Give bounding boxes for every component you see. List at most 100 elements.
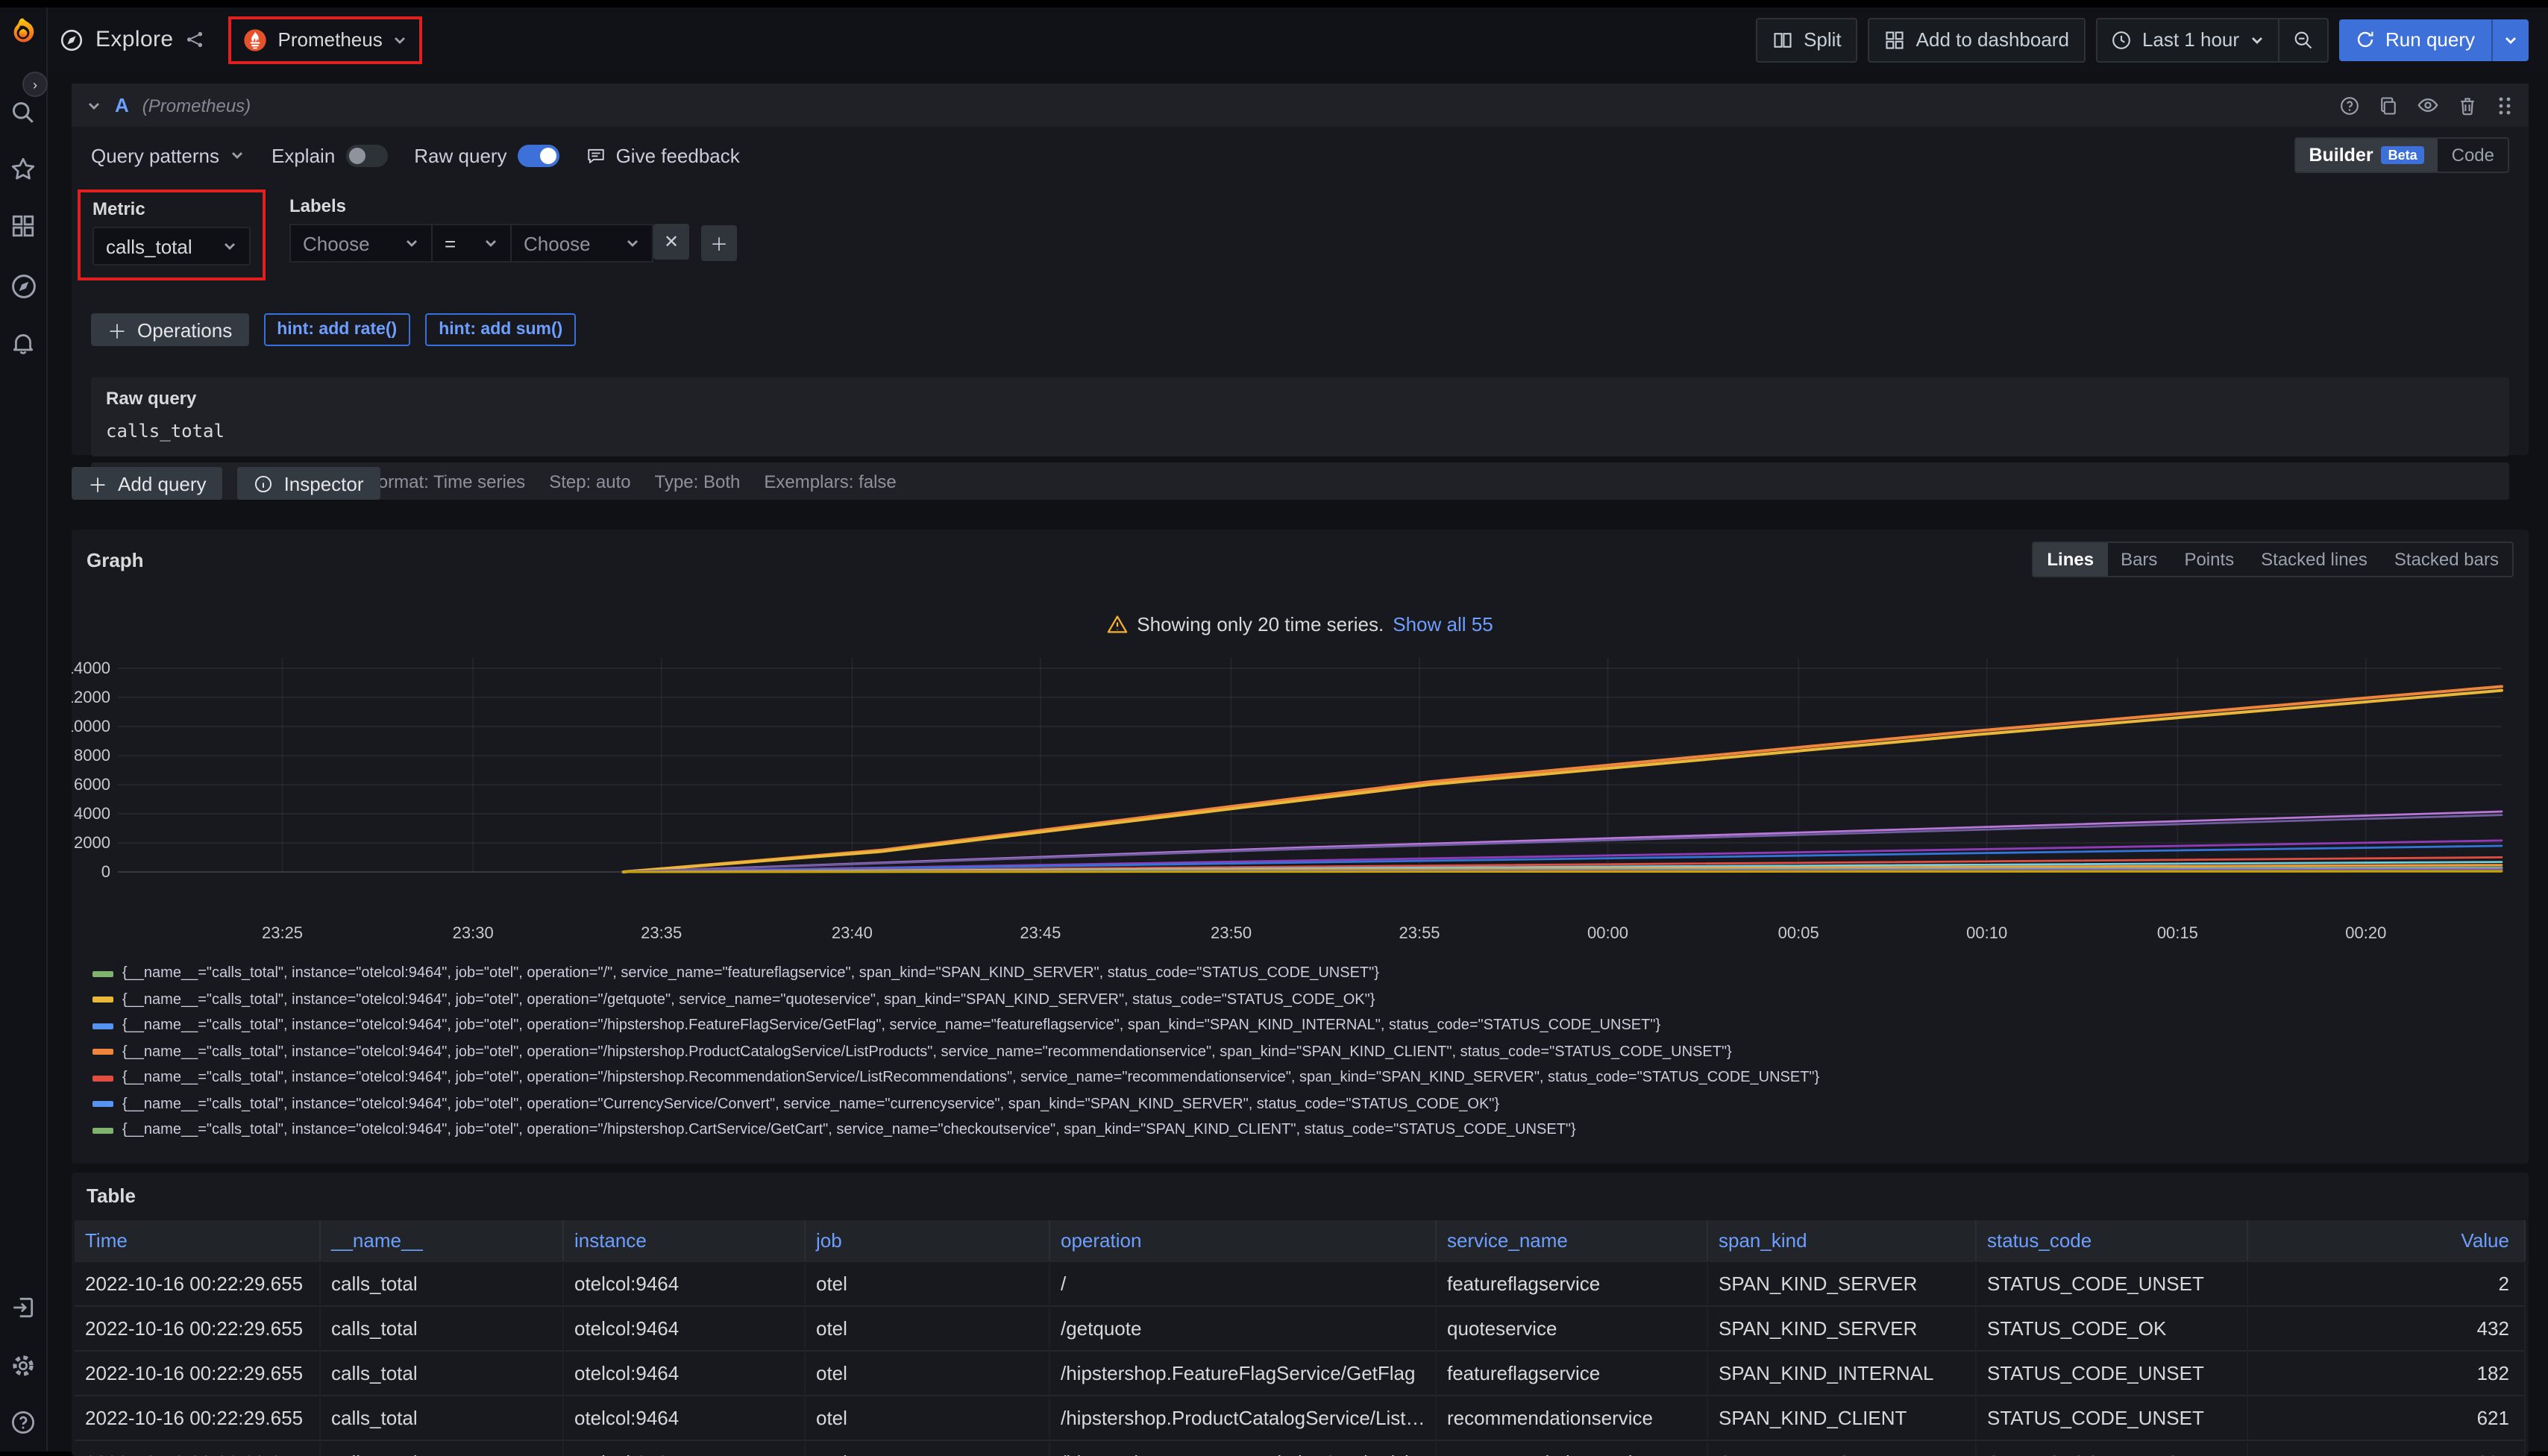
table-row[interactable]: 2022-10-16 00:22:29.655calls_totalotelco…	[75, 1261, 2526, 1305]
x-axis-tick: 00:20	[2345, 923, 2386, 942]
table-cell: STATUS_CODE_UNSET	[1977, 1395, 2248, 1440]
add-query-button[interactable]: ＋ Add query	[72, 467, 223, 500]
chevron-down-icon	[404, 236, 419, 251]
column-header-value[interactable]: Value	[2248, 1220, 2526, 1261]
legend-item[interactable]: {__name__="calls_total", instance="otelc…	[92, 987, 2529, 1013]
graph-mode-points[interactable]: Points	[2171, 543, 2247, 576]
gear-icon[interactable]	[0, 1353, 46, 1378]
split-button[interactable]: Split	[1756, 17, 1858, 62]
datasource-name: Prometheus	[278, 28, 383, 51]
remove-label-filter-button[interactable]: ✕	[653, 224, 689, 260]
option-summary-item: Step: auto	[549, 471, 630, 492]
table-cell: SPAN_KIND_SERVER	[1708, 1261, 1977, 1305]
query-hint-button[interactable]: hint: add sum()	[425, 313, 576, 346]
grafana-logo-icon[interactable]	[7, 16, 39, 48]
time-range-button[interactable]: Last 1 hour	[2097, 19, 2278, 60]
legend-item[interactable]: {__name__="calls_total", instance="otelc…	[92, 1013, 2529, 1039]
graph-mode-stacked-lines[interactable]: Stacked lines	[2247, 543, 2381, 576]
y-axis-tick: 12000	[72, 688, 110, 706]
raw-query-toggle[interactable]: Raw query	[414, 144, 559, 166]
x-axis-tick: 00:10	[1966, 923, 2007, 942]
share-icon[interactable]	[186, 30, 205, 49]
zoom-out-button[interactable]	[2278, 19, 2327, 60]
run-query-button[interactable]: Run query	[2339, 19, 2529, 60]
table-cell: /getquote	[1050, 1305, 1437, 1350]
column-header-time[interactable]: Time	[75, 1220, 321, 1261]
query-patterns-dropdown[interactable]: Query patterns	[91, 144, 245, 166]
sidebar: ›	[0, 7, 48, 1452]
builder-tab[interactable]: Builder Beta	[2295, 139, 2438, 172]
sidebar-expand-button[interactable]: ›	[22, 72, 48, 97]
query-row-header[interactable]: A (Prometheus)	[72, 84, 2529, 127]
code-tab[interactable]: Code	[2438, 139, 2508, 172]
table-cell: /hipstershop.FeatureFlagService/GetFlag	[1050, 1350, 1437, 1395]
legend-swatch-icon	[92, 1128, 113, 1134]
x-axis-tick: 00:15	[2157, 923, 2198, 942]
explore-compass-icon[interactable]	[0, 273, 46, 300]
inspector-button[interactable]: Inspector	[238, 467, 380, 500]
label-value-select[interactable]: Choose	[512, 224, 653, 263]
legend-label: {__name__="calls_total", instance="otelc…	[122, 1013, 1660, 1039]
table-cell: calls_total	[321, 1395, 564, 1440]
legend-item[interactable]: {__name__="calls_total", instance="otelc…	[92, 1091, 2529, 1117]
column-header-job[interactable]: job	[806, 1220, 1050, 1261]
table-cell: otelcol:9464	[564, 1395, 806, 1440]
table-row[interactable]: 2022-10-16 00:22:29.655calls_totalotelco…	[75, 1350, 2526, 1395]
table-cell: 621	[2248, 1440, 2526, 1456]
dashboard-grid-icon	[1885, 29, 1906, 50]
bell-icon[interactable]	[0, 330, 46, 355]
column-header-servicename[interactable]: service_name	[1437, 1220, 1708, 1261]
star-icon[interactable]	[0, 157, 46, 182]
table-cell: 2022-10-16 00:22:29.655	[75, 1305, 321, 1350]
chevron-down-icon	[625, 236, 640, 251]
add-label-filter-button[interactable]: ＋	[701, 225, 737, 261]
drag-handle-icon[interactable]	[2496, 95, 2514, 116]
metric-label: Metric	[92, 198, 251, 219]
query-help-icon[interactable]	[2339, 95, 2360, 116]
query-hint-button[interactable]: hint: add rate()	[263, 313, 410, 346]
table-row[interactable]: 2022-10-16 00:22:29.655calls_totalotelco…	[75, 1440, 2526, 1456]
column-header-spankind[interactable]: span_kind	[1708, 1220, 1977, 1261]
label-operator-select[interactable]: =	[433, 224, 512, 263]
x-axis-tick: 23:45	[1020, 923, 1061, 942]
operations-button[interactable]: ＋ Operations	[91, 313, 248, 346]
give-feedback-link[interactable]: Give feedback	[586, 144, 740, 166]
explain-toggle[interactable]: Explain	[272, 144, 387, 166]
graph-mode-lines[interactable]: Lines	[2033, 543, 2107, 576]
table-row[interactable]: 2022-10-16 00:22:29.655calls_totalotelco…	[75, 1395, 2526, 1440]
duplicate-query-icon[interactable]	[2378, 95, 2399, 116]
legend-item[interactable]: {__name__="calls_total", instance="otelc…	[92, 1039, 2529, 1065]
graph-panel: Graph LinesBarsPointsStacked linesStacke…	[72, 530, 2529, 1164]
metric-select[interactable]: calls_total	[92, 227, 251, 266]
legend-item[interactable]: {__name__="calls_total", instance="otelc…	[92, 961, 2529, 987]
table-cell: otelcol:9464	[564, 1350, 806, 1395]
datasource-picker[interactable]: Prometheus	[244, 28, 408, 51]
legend-item[interactable]: {__name__="calls_total", instance="otelc…	[92, 1065, 2529, 1091]
apps-icon[interactable]	[0, 213, 46, 239]
annotation-box-metric: Metric calls_total	[78, 189, 266, 280]
table-row[interactable]: 2022-10-16 00:22:29.655calls_totalotelco…	[75, 1305, 2526, 1350]
column-header-name[interactable]: __name__	[321, 1220, 564, 1261]
legend-item[interactable]: {__name__="calls_total", instance="otelc…	[92, 1117, 2529, 1138]
column-header-instance[interactable]: instance	[564, 1220, 806, 1261]
chevron-down-icon	[483, 236, 498, 251]
run-query-dropdown[interactable]	[2491, 19, 2529, 60]
sign-in-icon[interactable]	[0, 1295, 46, 1320]
column-header-operation[interactable]: operation	[1050, 1220, 1437, 1261]
hide-query-icon[interactable]	[2417, 94, 2439, 116]
table-panel-title: Table	[72, 1173, 2529, 1220]
column-header-statuscode[interactable]: status_code	[1977, 1220, 2248, 1261]
help-icon[interactable]	[0, 1410, 46, 1435]
label-name-select[interactable]: Choose	[289, 224, 433, 263]
graph-mode-bars[interactable]: Bars	[2107, 543, 2171, 576]
table-cell: recommendationservice	[1437, 1395, 1708, 1440]
time-series-chart[interactable]: 0200040006000800010000120001400023:2523:…	[72, 638, 2529, 959]
time-picker: Last 1 hour	[2096, 17, 2329, 62]
show-all-series-link[interactable]: Show all 55	[1393, 613, 1493, 636]
add-to-dashboard-button[interactable]: Add to dashboard	[1868, 17, 2086, 62]
search-icon[interactable]	[0, 100, 46, 125]
table-cell: otel	[806, 1440, 1050, 1456]
legend-label: {__name__="calls_total", instance="otelc…	[122, 1039, 1732, 1065]
graph-mode-stacked-bars[interactable]: Stacked bars	[2381, 543, 2512, 576]
delete-query-icon[interactable]	[2457, 95, 2478, 116]
